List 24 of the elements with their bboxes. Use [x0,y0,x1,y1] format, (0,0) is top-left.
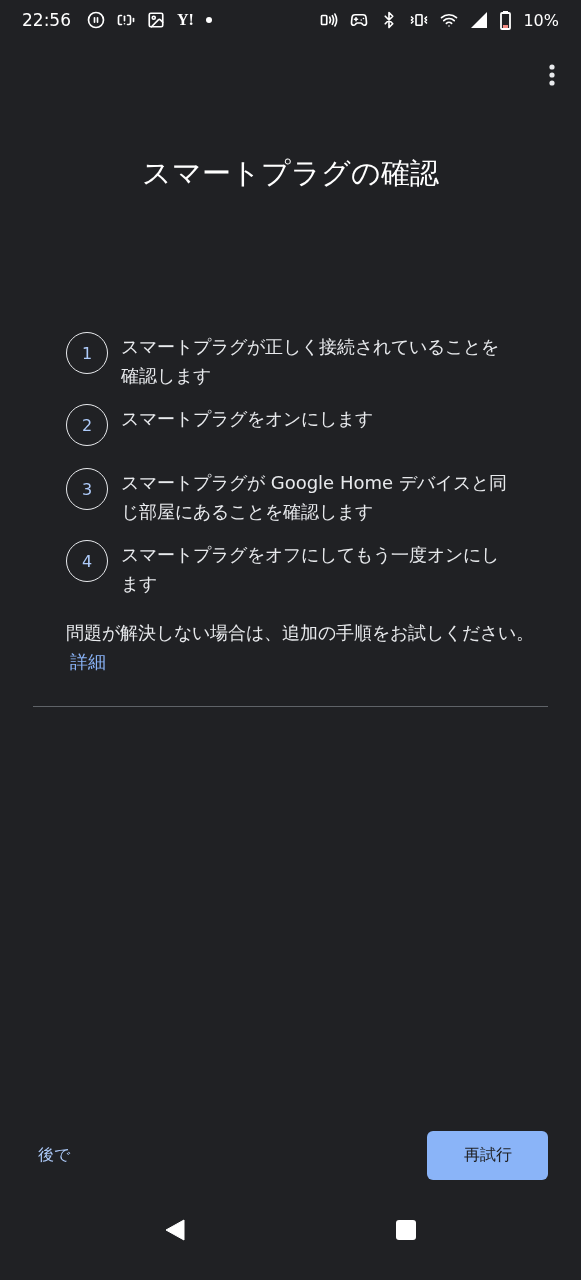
retry-button[interactable]: 再試行 [427,1131,548,1180]
details-link[interactable]: 詳細 [70,651,106,672]
step-text: スマートプラグをオフにしてもう一度オンにします [121,543,500,596]
battery-icon [500,10,512,30]
page-title: スマートプラグの確認 [141,155,440,192]
nfc-icon [320,11,339,29]
vibrate-icon [410,11,429,29]
later-button[interactable]: 後で [38,1141,70,1170]
gamepad-icon [350,11,369,29]
status-time: 22:56 [22,10,71,30]
recents-icon[interactable] [394,1219,417,1241]
battery-percent: 10% [523,10,559,30]
help-text: 問題が解決しない場合は、追加の手順をお試しください。 詳細 [66,621,535,674]
pause-icon [87,11,105,29]
back-icon[interactable] [164,1219,187,1241]
wifi-icon [440,11,459,29]
carrier-logo: Y! [177,11,194,29]
step-text: スマートプラグをオンにします [121,407,374,431]
image-icon [147,11,165,29]
notification-dot-icon [205,17,212,23]
signal-icon [470,11,489,29]
step-text: スマートプラグが正しく接続されていることを確認します [121,335,500,388]
step-text: スマートプラグが Google Home デバイスと同じ部屋にあることを確認します [121,471,508,524]
more-options-icon[interactable] [549,64,555,86]
